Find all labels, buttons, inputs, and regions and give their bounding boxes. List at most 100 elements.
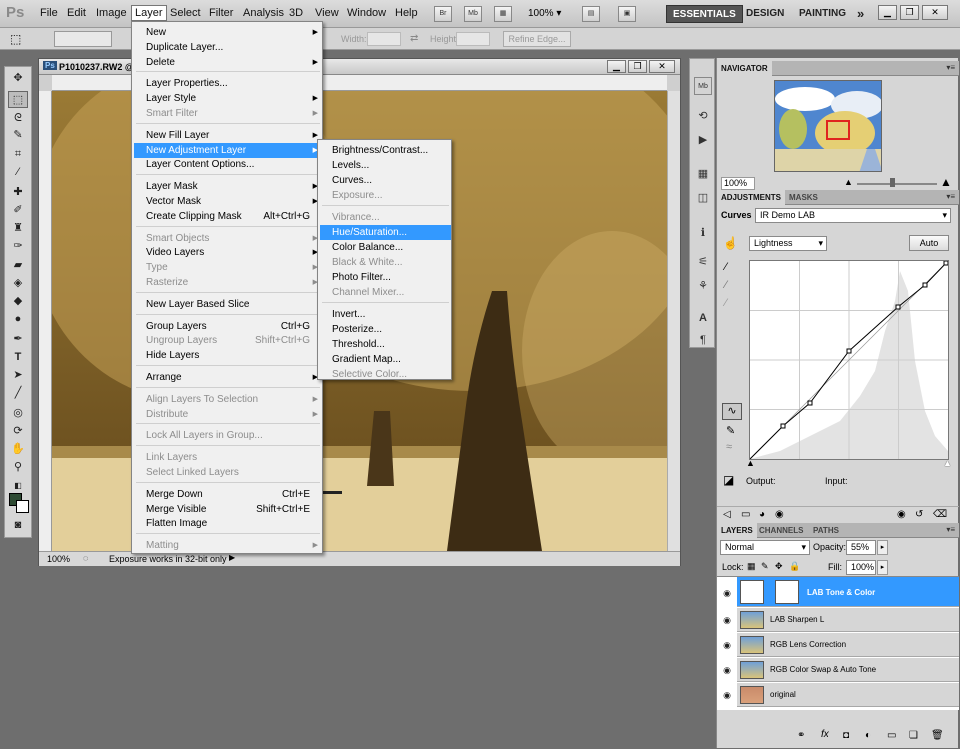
menu-item-new-adjustment-layer[interactable]: New Adjustment Layer ▶	[134, 142, 322, 158]
layer-row-original[interactable]: original	[737, 683, 959, 707]
pen-tool-icon[interactable]: ✒	[8, 331, 28, 348]
brush-presets-panel-icon[interactable]: ⚟	[694, 253, 712, 271]
menu-layer[interactable]: Layer	[131, 5, 167, 21]
menu-item-new-layer-based-slice[interactable]: New Layer Based Slice	[134, 297, 322, 312]
smooth-curve-icon[interactable]: ≈	[726, 441, 732, 453]
type-tool-icon[interactable]: T	[8, 349, 28, 366]
menu-item-invert[interactable]: Invert...	[320, 307, 451, 322]
restore-icon[interactable]: ❐	[900, 5, 919, 20]
status-options-icon[interactable]: ◌	[83, 553, 88, 563]
add-mask-icon[interactable]: ◘	[843, 730, 849, 741]
navigator-panel-menu-icon[interactable]: ▾≡	[946, 63, 955, 72]
width-field[interactable]	[367, 32, 401, 46]
3d-rotate-tool-icon[interactable]: ◎	[8, 405, 28, 422]
black-point-eyedropper-icon[interactable]: ⁄	[725, 261, 727, 273]
menu-item-video-layers[interactable]: Video Layers ▶	[134, 245, 322, 260]
menu-item-vector-mask[interactable]: Vector Mask ▶	[134, 194, 322, 209]
move-tool-icon[interactable]: ✥	[8, 70, 28, 87]
mini-bridge-button[interactable]: Mb	[464, 6, 482, 22]
default-colors-icon[interactable]: ◧	[8, 477, 28, 494]
quick-select-tool-icon[interactable]: ✎	[8, 127, 28, 144]
curve-point-tool-icon[interactable]: ∿	[722, 403, 742, 420]
marquee-tool-icon[interactable]: ⬚	[8, 91, 28, 108]
layer-row-lab-sharpen-l[interactable]: LAB Sharpen L	[737, 608, 959, 632]
channel-select[interactable]: Lightness ▾	[749, 236, 827, 251]
dodge-tool-icon[interactable]: ●	[8, 311, 28, 328]
layer-style-icon[interactable]: fx	[821, 729, 829, 740]
fill-field[interactable]: 100%	[846, 560, 876, 575]
menu-item-group-layers[interactable]: Group Layers Ctrl+G	[134, 319, 322, 334]
auto-button[interactable]: Auto	[909, 235, 949, 251]
eraser-tool-icon[interactable]: ▰	[8, 257, 28, 274]
doc-restore-icon[interactable]: ❐	[628, 60, 647, 73]
mini-bridge-panel-icon[interactable]: Mb	[694, 77, 712, 95]
tab-paths[interactable]: PATHS	[809, 523, 843, 538]
menu-item-layer-properties[interactable]: Layer Properties...	[134, 76, 322, 91]
menu-item-curves[interactable]: Curves...	[320, 173, 451, 188]
lasso-tool-icon[interactable]: ᘓ	[8, 110, 28, 127]
tab-channels[interactable]: CHANNELS	[755, 523, 807, 538]
height-field[interactable]	[456, 32, 490, 46]
tab-masks[interactable]: MASKS	[785, 190, 822, 205]
menu-select[interactable]: Select	[170, 7, 201, 19]
curve-display-options-icon[interactable]: ◪	[723, 473, 734, 487]
more-workspaces-icon[interactable]: »	[851, 5, 870, 23]
close-icon[interactable]: ✕	[922, 5, 948, 20]
curves-preset-select[interactable]: IR Demo LAB ▾	[755, 208, 951, 223]
menu-help[interactable]: Help	[395, 7, 418, 19]
hand-tool-icon[interactable]: ✋	[8, 441, 28, 458]
expand-view-icon[interactable]: ▭	[741, 509, 750, 520]
3d-orbit-tool-icon[interactable]: ⟳	[8, 423, 28, 440]
tab-navigator[interactable]: NAVIGATOR	[717, 61, 772, 76]
menu-item-layer-content-options[interactable]: Layer Content Options...	[134, 157, 322, 172]
curve-pencil-tool-icon[interactable]: ✎	[726, 424, 735, 437]
menu-item-hue-saturation[interactable]: Hue/Saturation...	[320, 225, 451, 240]
navigator-zoom-slider[interactable]	[857, 183, 937, 185]
view-extras-button[interactable]: ▦	[494, 6, 512, 22]
bridge-button[interactable]: Br	[434, 6, 452, 22]
workspace-essentials[interactable]: ESSENTIALS	[666, 5, 743, 23]
menu-item-create-clipping-mask[interactable]: Create Clipping Mask Alt+Ctrl+G	[134, 209, 322, 224]
doc-close-icon[interactable]: ✕	[649, 60, 675, 73]
menu-file[interactable]: File	[40, 7, 58, 19]
new-layer-icon[interactable]: ❏	[909, 730, 918, 741]
blur-tool-icon[interactable]: ◆	[8, 293, 28, 310]
clip-to-layer-icon[interactable]: ◕	[759, 509, 765, 520]
menu-item-new[interactable]: New ▶	[134, 25, 322, 40]
healing-brush-tool-icon[interactable]: ✚	[8, 184, 28, 201]
quick-mask-icon[interactable]: ◙	[8, 517, 28, 534]
lock-pixels-icon[interactable]: ✎	[761, 561, 769, 572]
adjustments-panel-menu-icon[interactable]: ▾≡	[946, 192, 955, 201]
eyedropper-tool-icon[interactable]: ⁄	[8, 164, 28, 181]
paragraph-panel-icon[interactable]: ¶	[694, 331, 712, 349]
menu-item-posterize[interactable]: Posterize...	[320, 322, 451, 337]
previous-state-icon[interactable]: ◉	[897, 509, 906, 520]
menu-window[interactable]: Window	[347, 7, 386, 19]
clone-source-panel-icon[interactable]: ⚘	[694, 277, 712, 295]
workspace-painting[interactable]: PAINTING	[793, 5, 852, 23]
vertical-scrollbar[interactable]	[667, 91, 680, 551]
blend-mode-select[interactable]: Normal ▾	[720, 540, 810, 555]
back-to-list-icon[interactable]: ◁	[723, 509, 731, 520]
menu-item-gradient-map[interactable]: Gradient Map...	[320, 352, 451, 367]
menu-filter[interactable]: Filter	[209, 7, 233, 19]
lock-transparency-icon[interactable]: ▦	[747, 561, 756, 572]
menu-item-arrange[interactable]: Arrange ▶	[134, 370, 322, 385]
new-adjustment-icon[interactable]: ◐	[865, 730, 871, 741]
opacity-slider-icon[interactable]: ▸	[877, 540, 888, 555]
layer-visibility-eye-icon[interactable]: ◉	[717, 633, 737, 657]
white-input-slider-icon[interactable]: ▲	[943, 458, 952, 468]
lock-all-icon[interactable]: 🔒	[789, 561, 800, 572]
marquee-tool-icon[interactable]: ⬚	[10, 32, 21, 46]
layer-visibility-eye-icon[interactable]: ◉	[717, 683, 737, 707]
menu-edit[interactable]: Edit	[67, 7, 86, 19]
shape-tool-icon[interactable]: ╱	[8, 385, 28, 402]
menu-analysis[interactable]: Analysis	[243, 7, 284, 19]
zoom-level-select[interactable]: 100% ▾	[528, 8, 561, 19]
arrange-documents-button[interactable]: ▤	[582, 6, 600, 22]
menu-item-brightness-contrast[interactable]: Brightness/Contrast...	[320, 143, 451, 158]
status-menu-arrow-icon[interactable]: ▶	[229, 553, 235, 562]
delete-adjustment-icon[interactable]: ⌫	[933, 509, 947, 520]
menu-item-threshold[interactable]: Threshold...	[320, 337, 451, 352]
navigator-zoom-thumb[interactable]	[890, 178, 895, 187]
